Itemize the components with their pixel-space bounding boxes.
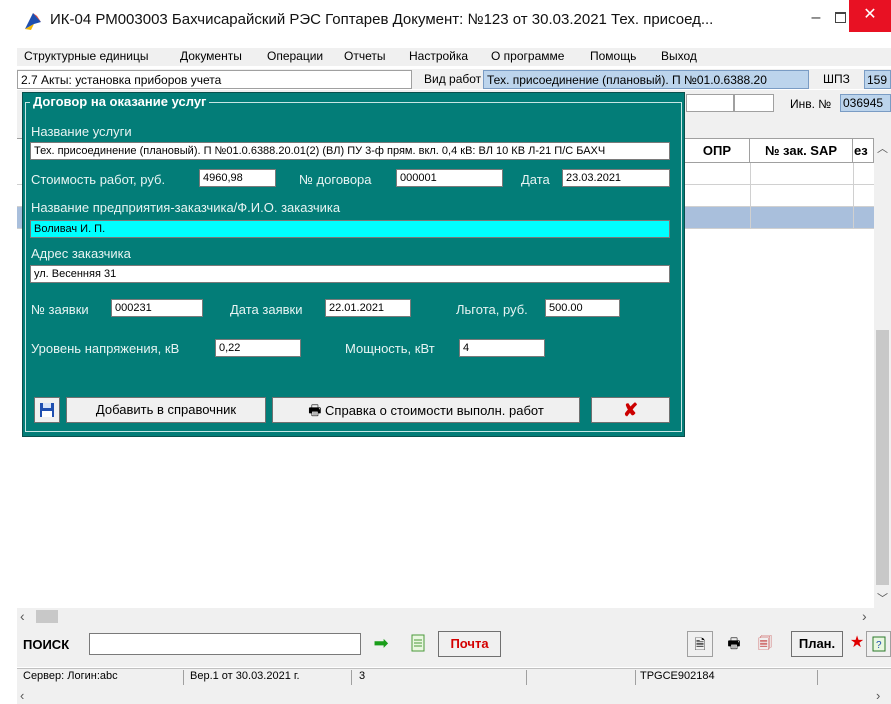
close-window-button[interactable]: ✕ xyxy=(849,0,891,32)
menu-exit[interactable]: Выход xyxy=(661,49,697,63)
scroll-left-arrow-icon[interactable]: ‹ xyxy=(20,688,24,703)
menu-reports[interactable]: Отчеты xyxy=(344,49,385,63)
dialog-title: Договор на оказание услуг xyxy=(30,94,210,109)
cancel-button[interactable]: ✘ xyxy=(591,397,670,423)
work-type-label: Вид работ xyxy=(424,72,482,86)
shpz-label: ШПЗ xyxy=(823,72,850,86)
menu-about[interactable]: О программе xyxy=(491,49,564,63)
scroll-down-arrow-icon[interactable]: ﹀ xyxy=(874,590,891,606)
benefit-field[interactable]: 500.00 xyxy=(545,299,620,317)
menu-operations[interactable]: Операции xyxy=(267,49,323,63)
cost-label: Стоимость работ, руб. xyxy=(31,172,166,187)
vertical-scroll-thumb[interactable] xyxy=(876,330,889,585)
scroll-up-arrow-icon[interactable]: ︿ xyxy=(874,140,891,156)
window-title: ИК-04 РМ003003 Бахчисарайский РЭС Гоптар… xyxy=(50,11,714,28)
filter-field-1[interactable] xyxy=(686,94,734,112)
printer-icon: 🖶 xyxy=(308,402,322,418)
menu-settings[interactable]: Настройка xyxy=(409,49,468,63)
menu-help[interactable]: Помощь xyxy=(590,49,636,63)
red-x-icon: ✘ xyxy=(622,400,639,420)
customer-name-label: Название предприятия-заказчика/Ф.И.О. за… xyxy=(31,200,341,215)
scroll-left-arrow-icon[interactable]: ‹ xyxy=(20,608,34,625)
menu-bar: Структурные единицы Документы Операции О… xyxy=(17,48,891,66)
voltage-field[interactable]: 0,22 xyxy=(215,339,301,357)
work-type-value[interactable]: Тех. присоединение (плановый). П №01.0.6… xyxy=(483,70,809,89)
scroll-right-arrow-icon[interactable]: › xyxy=(876,688,880,703)
customer-address-label: Адрес заказчика xyxy=(31,246,131,261)
voltage-label: Уровень напряжения, кВ xyxy=(31,341,180,356)
column-header-ez[interactable]: ез xyxy=(853,139,874,163)
request-number-field[interactable]: 000231 xyxy=(111,299,203,317)
export-icon[interactable]: 🗐 xyxy=(752,631,778,657)
go-arrow-icon[interactable]: ➡ xyxy=(368,631,394,657)
status-count: 3 xyxy=(357,670,527,685)
grid-divider xyxy=(750,163,751,229)
add-to-directory-button[interactable]: Добавить в справочник xyxy=(66,397,266,423)
app-icon xyxy=(25,13,41,30)
column-header-sap-order[interactable]: № зак. SAP xyxy=(750,139,853,163)
floppy-disk-icon xyxy=(40,403,54,417)
status-host: TPGCE902184 xyxy=(638,670,818,685)
document-icon[interactable] xyxy=(405,631,431,657)
inventory-label: Инв. № xyxy=(790,97,832,111)
request-date-field[interactable]: 22.01.2021 xyxy=(325,299,411,317)
customer-name-field[interactable]: Воливач И. П. xyxy=(30,220,670,238)
menu-documents[interactable]: Документы xyxy=(180,49,242,63)
search-label: ПОИСК xyxy=(23,637,70,652)
benefit-label: Льгота, руб. xyxy=(456,302,528,317)
cost-field[interactable]: 4960,98 xyxy=(199,169,276,187)
horizontal-scroll-thumb[interactable] xyxy=(36,610,58,623)
power-field[interactable]: 4 xyxy=(459,339,545,357)
act-type-field: 2.7 Акты: установка приборов учета xyxy=(17,70,412,89)
customer-address-field[interactable]: ул. Весенняя 31 xyxy=(30,265,670,283)
shpz-value[interactable]: 159 xyxy=(864,70,891,89)
scroll-right-arrow-icon[interactable]: › xyxy=(862,608,876,625)
report-icon[interactable]: 🗎 xyxy=(687,631,713,657)
plan-button[interactable]: План. xyxy=(791,631,843,657)
column-header-opr[interactable]: ОПР xyxy=(685,139,750,163)
power-label: Мощность, кВт xyxy=(345,341,435,356)
request-number-label: № заявки xyxy=(31,302,89,317)
contract-date-field[interactable]: 23.03.2021 xyxy=(562,169,670,187)
request-date-label: Дата заявки xyxy=(230,302,303,317)
menu-structural-units[interactable]: Структурные единицы xyxy=(24,49,148,63)
cost-certificate-label: Справка о стоимости выполн. работ xyxy=(325,403,544,418)
mail-button[interactable]: Почта xyxy=(438,631,501,657)
help-icon[interactable]: ? xyxy=(866,631,891,657)
contract-number-field[interactable]: 000001 xyxy=(396,169,503,187)
status-server-login: Сервер: Логин:abc xyxy=(21,670,184,685)
save-button[interactable] xyxy=(34,397,60,423)
print-icon[interactable]: 🖶 xyxy=(721,631,747,657)
status-empty xyxy=(532,670,636,685)
cost-certificate-button[interactable]: 🖶 Справка о стоимости выполн. работ xyxy=(272,397,580,423)
service-name-field[interactable]: Тех. присоединение (плановый). П №01.0.6… xyxy=(30,142,670,160)
search-input[interactable] xyxy=(89,633,361,655)
status-version: Вер.1 от 30.03.2021 г. xyxy=(188,670,352,685)
contract-number-label: № договора xyxy=(299,172,372,187)
inventory-value[interactable]: 036945 xyxy=(840,94,891,112)
svg-text:?: ? xyxy=(876,640,882,651)
grid-divider xyxy=(853,163,854,229)
bottom-scrollbar[interactable] xyxy=(17,686,891,704)
service-name-label: Название услуги xyxy=(31,124,132,139)
contract-date-label: Дата xyxy=(521,172,550,187)
horizontal-scrollbar[interactable] xyxy=(17,608,874,625)
filter-field-2[interactable] xyxy=(734,94,774,112)
